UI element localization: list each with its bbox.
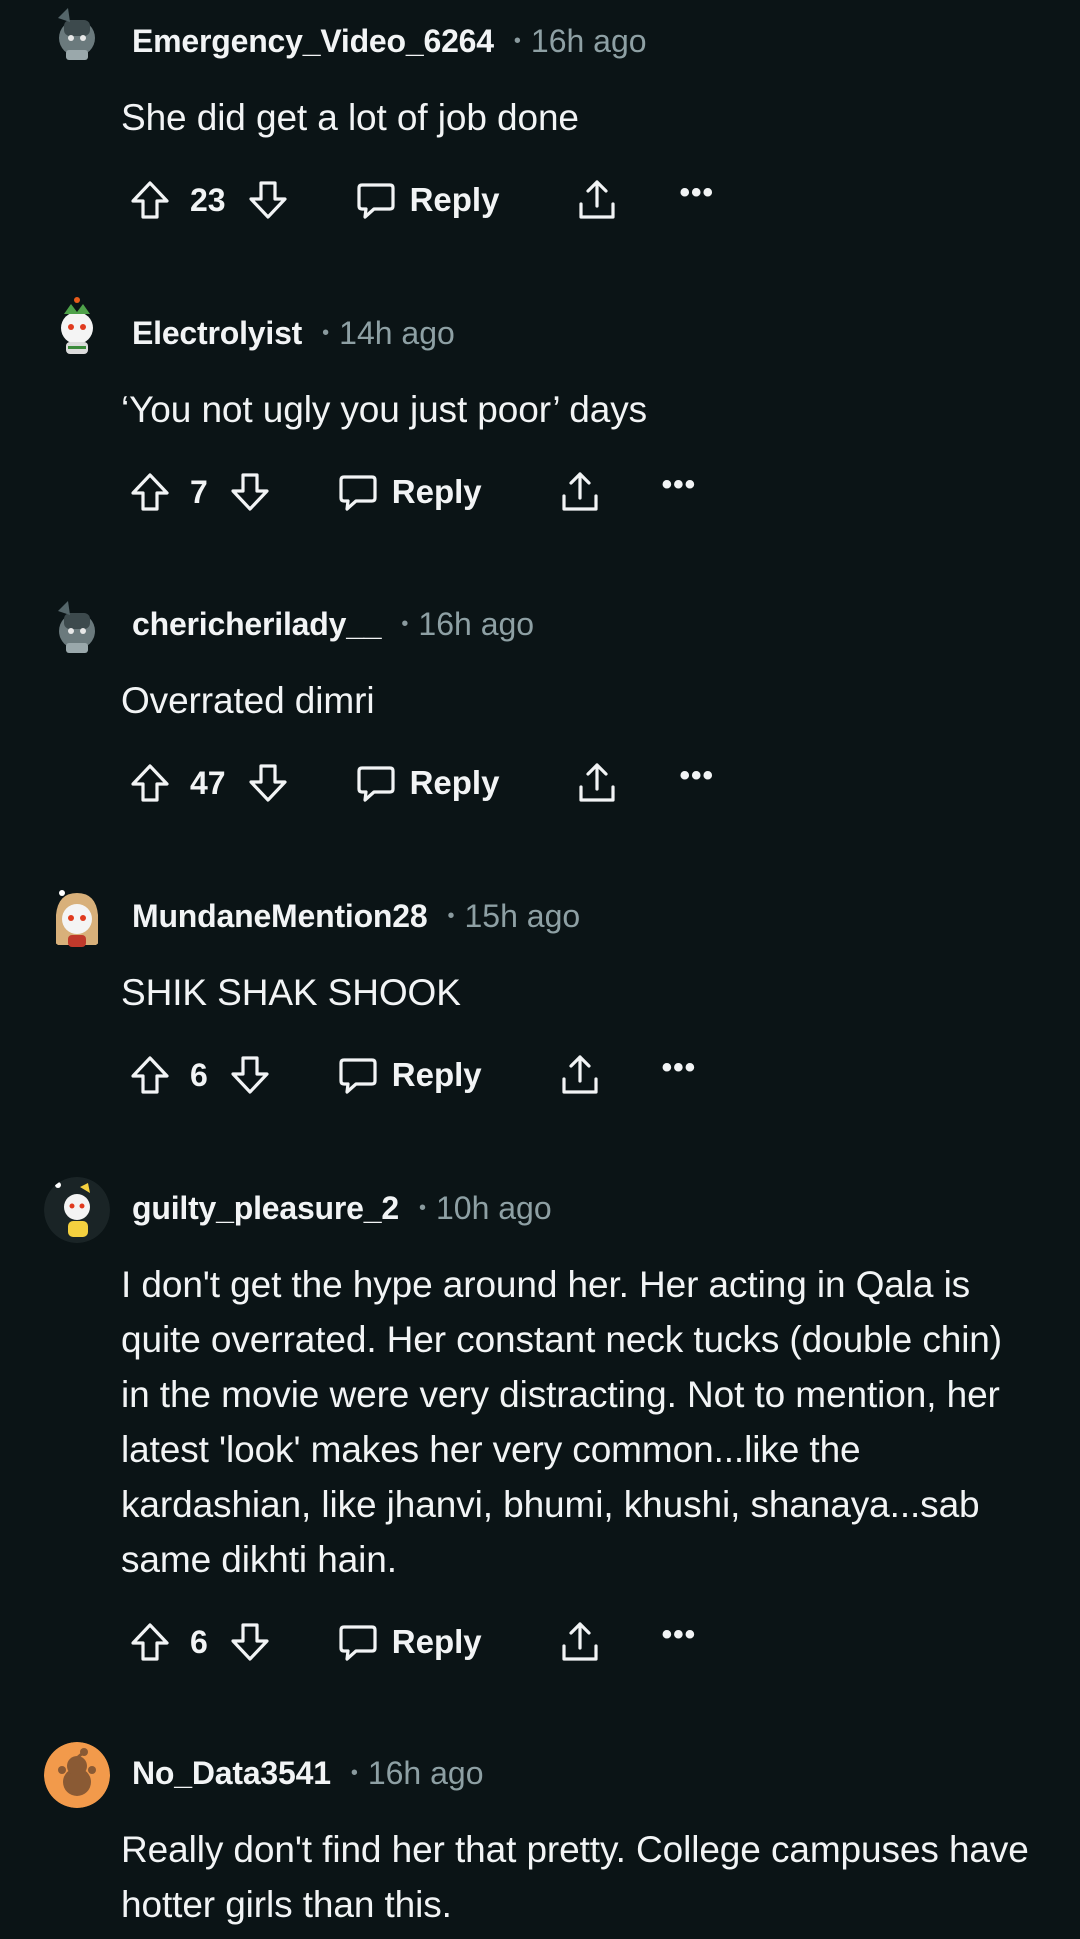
comment-body: I don't get the hype around her. Her act…: [121, 1264, 1003, 1580]
avatar[interactable]: [44, 885, 110, 951]
comment-meta: chericherilady__ • 16h ago: [132, 603, 534, 645]
reddit-snoo-avatar-icon: [44, 1742, 110, 1808]
downvote-arrow-icon[interactable]: [228, 1053, 272, 1097]
username[interactable]: MundaneMention28: [132, 898, 428, 935]
ellipsis-icon[interactable]: •••: [679, 178, 714, 217]
downvote-arrow-icon[interactable]: [246, 178, 290, 222]
upvote-arrow-icon[interactable]: [128, 1053, 172, 1097]
reply-label: Reply: [391, 1056, 482, 1093]
speech-bubble-icon: [354, 761, 398, 805]
ellipsis-icon[interactable]: •••: [662, 1620, 697, 1659]
ellipsis-icon[interactable]: •••: [679, 761, 714, 800]
separator-dot: •: [447, 904, 455, 927]
comment-actions: 6 Reply •••: [128, 1048, 696, 1102]
downvote-arrow-icon[interactable]: [228, 1620, 272, 1664]
comment-body: Overrated dimri: [121, 680, 375, 721]
reply-label: Reply: [391, 473, 482, 510]
upvote-arrow-icon[interactable]: [128, 1620, 172, 1664]
comment-meta: MundaneMention28 • 15h ago: [132, 895, 580, 937]
comment-meta: Electrolyist • 14h ago: [132, 312, 455, 354]
comment-body: SHIK SHAK SHOOK: [121, 972, 461, 1013]
share-upload-icon[interactable]: [575, 178, 619, 222]
avatar[interactable]: [44, 292, 110, 358]
separator-dot: •: [350, 1761, 358, 1784]
timestamp: 16h ago: [530, 22, 647, 59]
avatar[interactable]: [44, 1177, 110, 1243]
reddit-snoo-avatar-icon: [56, 890, 98, 947]
comment-meta: guilty_pleasure_2 • 10h ago: [132, 1187, 552, 1229]
separator-dot: •: [513, 29, 521, 52]
comment-body: ‘You not ugly you just poor’ days: [121, 389, 648, 430]
speech-bubble-icon: [336, 1620, 380, 1664]
ellipsis-icon[interactable]: •••: [662, 470, 697, 509]
comment-meta: No_Data3541 • 16h ago: [132, 1752, 484, 1794]
comment-meta: Emergency_Video_6264 • 16h ago: [132, 20, 647, 62]
reply-button[interactable]: Reply: [354, 761, 500, 805]
reddit-snoo-avatar-icon: [58, 8, 95, 60]
timestamp: 15h ago: [464, 897, 581, 934]
comment-actions: 6 Reply •••: [128, 1615, 696, 1669]
upvote-arrow-icon[interactable]: [128, 178, 172, 222]
timestamp: 14h ago: [339, 314, 455, 351]
speech-bubble-icon: [336, 1053, 380, 1097]
reddit-snoo-avatar-icon: [44, 1177, 110, 1243]
upvote-arrow-icon[interactable]: [128, 470, 172, 514]
timestamp: 16h ago: [367, 1754, 484, 1791]
vote-count: 7: [190, 473, 208, 510]
comment-actions: 7 Reply •••: [128, 465, 696, 519]
vote-count: 47: [190, 764, 226, 801]
avatar[interactable]: [44, 1742, 110, 1808]
comment-actions: 23 Reply •••: [128, 173, 714, 227]
speech-bubble-icon: [336, 470, 380, 514]
timestamp: 16h ago: [418, 605, 535, 642]
speech-bubble-icon: [354, 178, 398, 222]
separator-dot: •: [418, 1196, 426, 1219]
reply-label: Reply: [409, 764, 500, 801]
share-upload-icon[interactable]: [558, 1620, 602, 1664]
avatar[interactable]: [44, 593, 110, 659]
username[interactable]: chericherilady__: [132, 606, 382, 643]
vote-count: 6: [190, 1056, 208, 1093]
vote-count: 23: [190, 181, 226, 218]
username[interactable]: Emergency_Video_6264: [132, 23, 494, 60]
reply-label: Reply: [409, 181, 500, 218]
username[interactable]: guilty_pleasure_2: [132, 1190, 399, 1227]
upvote-arrow-icon[interactable]: [128, 761, 172, 805]
vote-count: 6: [190, 1623, 208, 1660]
reddit-snoo-avatar-icon: [61, 297, 93, 354]
reply-button[interactable]: Reply: [336, 1620, 482, 1664]
separator-dot: •: [401, 612, 409, 635]
username[interactable]: No_Data3541: [132, 1755, 331, 1792]
reply-label: Reply: [391, 1623, 482, 1660]
share-upload-icon[interactable]: [558, 1053, 602, 1097]
downvote-arrow-icon[interactable]: [228, 470, 272, 514]
separator-dot: •: [322, 321, 330, 344]
ellipsis-icon[interactable]: •••: [662, 1053, 697, 1092]
share-upload-icon[interactable]: [575, 761, 619, 805]
comment-body: She did get a lot of job done: [121, 97, 579, 138]
avatar[interactable]: [44, 0, 110, 66]
reddit-snoo-avatar-icon: [58, 601, 95, 653]
share-upload-icon[interactable]: [558, 470, 602, 514]
reply-button[interactable]: Reply: [336, 470, 482, 514]
reply-button[interactable]: Reply: [354, 178, 500, 222]
reply-button[interactable]: Reply: [336, 1053, 482, 1097]
username[interactable]: Electrolyist: [132, 315, 302, 352]
timestamp: 10h ago: [435, 1189, 552, 1226]
downvote-arrow-icon[interactable]: [246, 761, 290, 805]
comment-actions: 47 Reply •••: [128, 756, 714, 810]
comment-body: Really don't find her that pretty. Colle…: [121, 1829, 1029, 1925]
